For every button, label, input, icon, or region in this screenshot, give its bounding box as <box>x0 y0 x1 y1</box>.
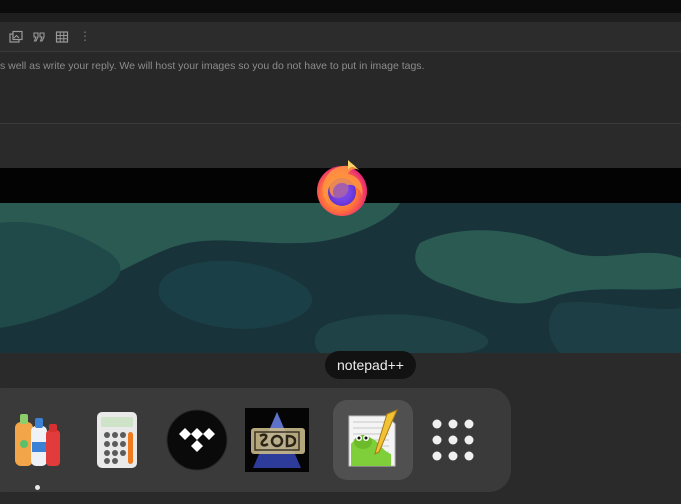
running-indicator <box>35 485 40 490</box>
calculator-icon <box>97 412 137 468</box>
dock-item-calculator[interactable] <box>77 400 157 480</box>
image-gallery-icon[interactable] <box>9 30 23 44</box>
editor-toolbar: ⋮ <box>0 22 681 52</box>
table-icon[interactable] <box>55 30 69 44</box>
firefox-icon[interactable] <box>312 158 372 218</box>
dock-item-tidal[interactable] <box>157 400 237 480</box>
dock-item-sod[interactable] <box>237 400 317 480</box>
dock-item-app-grid[interactable] <box>413 400 493 480</box>
more-vertical-icon[interactable]: ⋮ <box>79 26 91 46</box>
dock <box>0 388 511 492</box>
dock-item-notepad-plus-plus[interactable] <box>333 400 413 480</box>
app-grid-icon <box>432 419 474 461</box>
reply-editor[interactable]: s well as write your reply. We will host… <box>0 52 681 124</box>
desktop-wallpaper <box>0 203 681 353</box>
sod-game-icon <box>245 408 309 472</box>
window-gap <box>0 13 681 22</box>
window-top-strip <box>0 0 681 13</box>
wallpaper-art <box>0 203 681 353</box>
dock-item-bottles[interactable] <box>0 400 77 490</box>
reply-hint-text: s well as write your reply. We will host… <box>0 60 425 72</box>
bottles-icon <box>15 414 60 466</box>
notepad-plus-plus-icon <box>348 409 398 467</box>
dock-tooltip: notepad++ <box>325 351 416 379</box>
quote-icon[interactable] <box>32 30 46 44</box>
tidal-icon <box>166 409 228 471</box>
